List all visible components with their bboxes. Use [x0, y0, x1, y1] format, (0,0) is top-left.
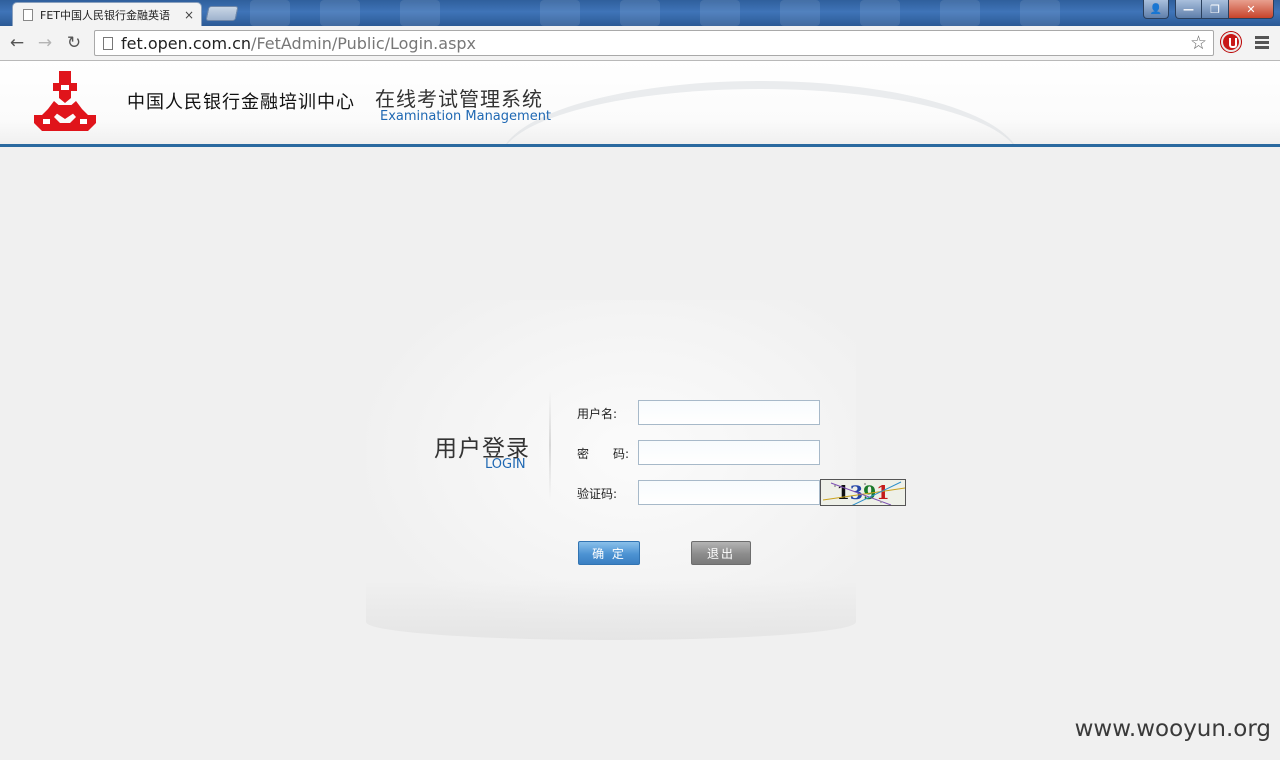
desktop-icon-decor — [320, 0, 360, 26]
maximize-button[interactable]: ❐ — [1202, 0, 1229, 19]
page-icon — [23, 8, 33, 21]
forward-icon[interactable]: → — [34, 32, 56, 54]
desktop-icon-decor — [1020, 0, 1060, 26]
new-tab-button[interactable] — [205, 6, 239, 21]
submit-button[interactable]: 确 定 — [578, 541, 640, 565]
extension-icon[interactable] — [1221, 32, 1241, 52]
exit-button[interactable]: 退出 — [691, 541, 751, 565]
url-host: fet.open.com.cn — [121, 33, 252, 53]
menu-icon[interactable] — [1255, 36, 1269, 49]
desktop-icon-decor — [620, 0, 660, 26]
browser-tab[interactable]: FET中国人民银行金融英语 × — [12, 2, 202, 26]
password-input[interactable] — [638, 440, 820, 465]
desktop-icon-decor — [940, 0, 980, 26]
username-label: 用户名: — [577, 407, 618, 421]
captcha-image[interactable]: 1 3 9 1 — [820, 479, 906, 506]
desktop-icon-decor — [860, 0, 900, 26]
login-divider — [549, 390, 551, 500]
close-window-button[interactable]: ✕ — [1229, 0, 1274, 19]
login-panel — [366, 300, 856, 640]
desktop-icon-decor — [780, 0, 820, 26]
url-path: /FetAdmin/Public/Login.aspx — [251, 33, 477, 53]
desktop-icon-decor — [700, 0, 740, 26]
address-bar[interactable]: fet.open.com.cn/FetAdmin/Public/Login.as… — [94, 30, 1214, 56]
login-subtitle: LOGIN — [485, 457, 526, 472]
password-label: 密 码: — [577, 447, 630, 461]
url-text: fet.open.com.cn/FetAdmin/Public/Login.as… — [121, 34, 476, 53]
captcha-noise — [822, 481, 905, 505]
desktop-icon-decor — [250, 0, 290, 26]
system-name: 在线考试管理系统 — [375, 87, 543, 111]
reload-icon[interactable]: ↻ — [63, 32, 85, 54]
header-decoration — [500, 81, 1020, 144]
captcha-input[interactable] — [638, 480, 820, 505]
org-name: 中国人民银行金融培训中心 — [127, 92, 355, 113]
desktop-icon-decor — [540, 0, 580, 26]
username-input[interactable] — [638, 400, 820, 425]
browser-titlebar: FET中国人民银行金融英语 × 👤 — ❐ ✕ — [0, 0, 1280, 26]
user-icon[interactable]: 👤 — [1143, 0, 1169, 19]
site-header: 中国人民银行金融培训中心 在线考试管理系统 Examination Manage… — [0, 61, 1280, 147]
captcha-label: 验证码: — [577, 487, 618, 501]
system-subtitle: Examination Management — [380, 109, 552, 124]
tab-close-icon[interactable]: × — [184, 8, 194, 22]
panel-reflection — [366, 580, 856, 640]
desktop-icon-decor — [400, 0, 440, 26]
minimize-button[interactable]: — — [1175, 0, 1202, 19]
tab-title: FET中国人民银行金融英语 — [40, 8, 170, 22]
back-icon[interactable]: ← — [6, 32, 28, 54]
watermark: www.wooyun.org — [1074, 716, 1271, 742]
bookmark-star-icon[interactable]: ☆ — [1190, 32, 1207, 54]
window-controls: 👤 — ❐ ✕ — [1143, 0, 1274, 19]
page-icon — [103, 36, 113, 50]
pboc-logo-icon — [34, 71, 96, 131]
browser-toolbar: ← → ↻ fet.open.com.cn/FetAdmin/Public/Lo… — [0, 26, 1280, 61]
